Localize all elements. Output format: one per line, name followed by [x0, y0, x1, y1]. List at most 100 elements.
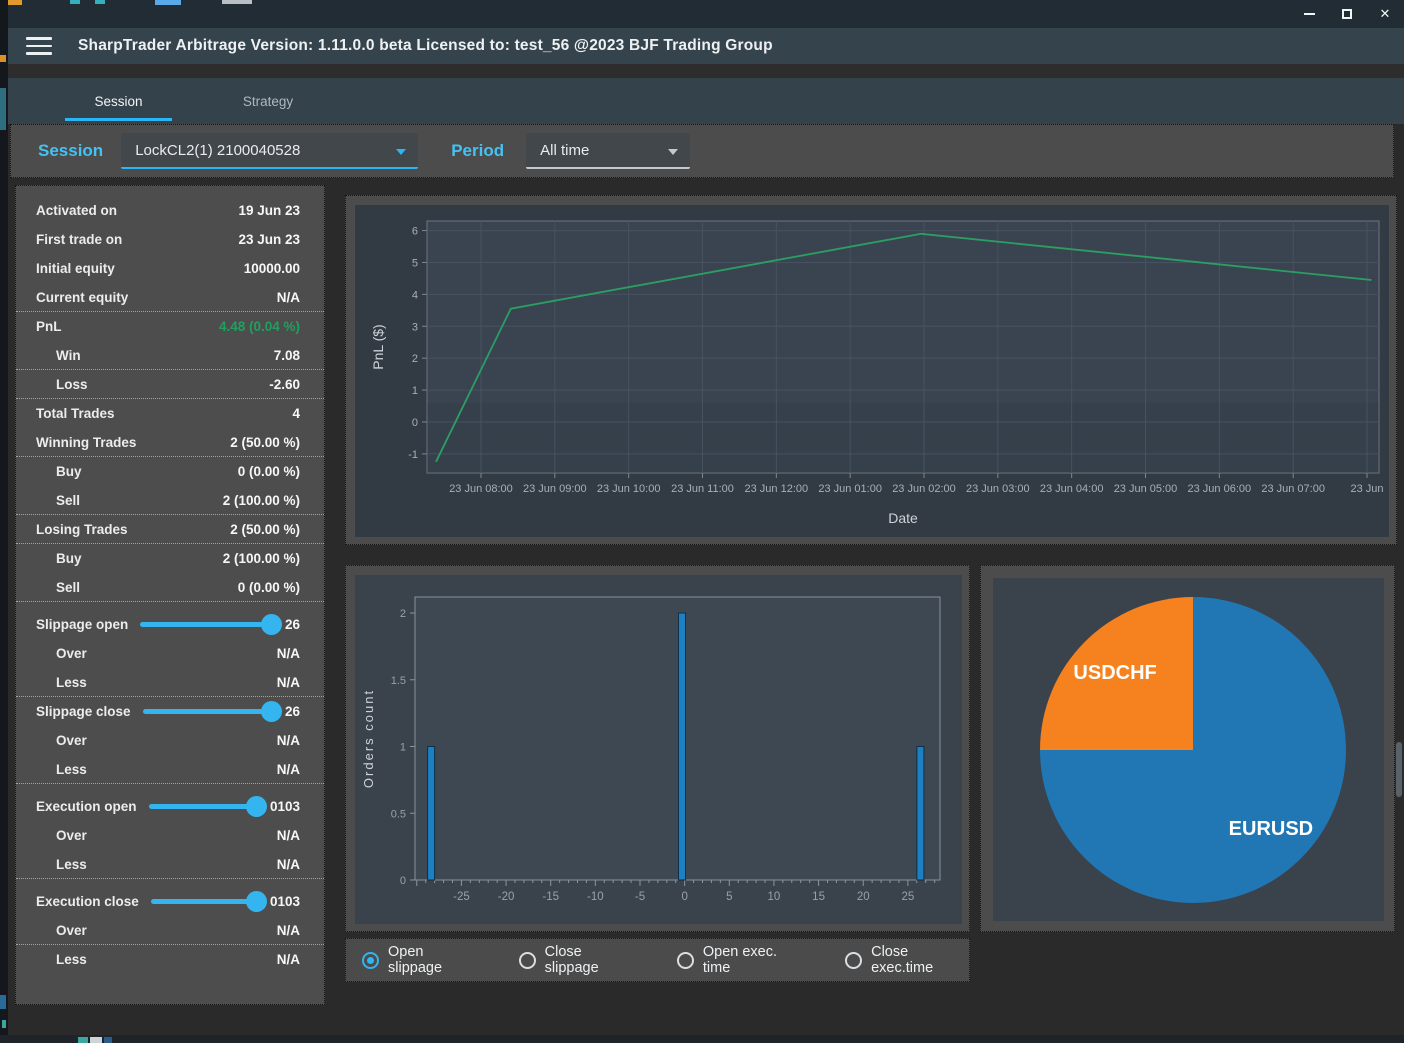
- pnl-line-chart: -1012345623 Jun 08:0023 Jun 09:0023 Jun …: [355, 205, 1389, 537]
- radio-label: Open exec. time: [703, 944, 803, 976]
- stat-value: 0 (0.00 %): [238, 580, 300, 595]
- stat-label: Over: [56, 646, 87, 661]
- background-window-fragment: [155, 0, 181, 5]
- execution-close-slider[interactable]: [151, 899, 256, 904]
- maximize-button[interactable]: [1338, 5, 1356, 23]
- slippage-open-slider-knob[interactable]: [261, 614, 282, 635]
- radio-open-slippage[interactable]: Open slippage: [362, 944, 477, 976]
- stat-value: N/A: [277, 857, 300, 872]
- symbols-pie-chart: USDCHFEURUSD: [993, 578, 1384, 921]
- stat-row-buy: Buy0 (0.00 %): [16, 457, 324, 486]
- svg-text:23 Jun: 23 Jun: [1350, 483, 1383, 495]
- stat-row-less: Less N/A: [16, 850, 324, 879]
- period-dropdown-value: All time: [526, 142, 589, 159]
- slippage-close-slider[interactable]: [143, 709, 271, 714]
- stat-value: 2 (100.00 %): [223, 551, 300, 566]
- svg-text:23 Jun 08:00: 23 Jun 08:00: [449, 483, 513, 495]
- stat-row-slippage-open: Slippage open26: [16, 610, 324, 639]
- close-button[interactable]: ✕: [1376, 5, 1394, 23]
- radio-close-slippage[interactable]: Close slippage: [519, 944, 635, 976]
- stat-value: 7.08: [274, 348, 300, 363]
- orders-chart-panel: 00.511.52-25-20-15-10-50510152025Orders …: [345, 565, 970, 932]
- vertical-scrollbar[interactable]: [1396, 742, 1402, 797]
- session-dropdown[interactable]: LockCL2(1) 2100040528: [121, 133, 418, 169]
- period-dropdown[interactable]: All time: [526, 133, 690, 169]
- radio-close-exec-time[interactable]: Close exec.time: [845, 944, 969, 976]
- menu-button[interactable]: [26, 37, 52, 55]
- close-icon: ✕: [1380, 6, 1391, 22]
- session-label: Session: [38, 141, 103, 161]
- svg-text:2: 2: [412, 353, 418, 365]
- chevron-down-icon: [396, 149, 406, 155]
- stat-label: Slippage close: [36, 704, 131, 719]
- slippage-open-slider[interactable]: [140, 622, 271, 627]
- background-window-fragment: [104, 1037, 112, 1043]
- stat-value: N/A: [277, 952, 300, 967]
- stat-value: N/A: [277, 762, 300, 777]
- tab-session[interactable]: Session: [65, 78, 172, 124]
- minimize-icon: [1304, 13, 1315, 15]
- execution-open-slider[interactable]: [149, 804, 256, 809]
- stat-label: Sell: [56, 580, 80, 595]
- stat-label: Winning Trades: [36, 435, 136, 450]
- slippage-close-slider-knob[interactable]: [261, 701, 282, 722]
- svg-text:25: 25: [901, 891, 914, 903]
- orders-bar-chart: 00.511.52-25-20-15-10-50510152025Orders …: [355, 575, 962, 924]
- radio-label: Close slippage: [545, 944, 635, 976]
- svg-text:-1: -1: [408, 449, 418, 461]
- stat-value: 2 (50.00 %): [230, 522, 300, 537]
- session-dropdown-value: LockCL2(1) 2100040528: [121, 142, 300, 159]
- stat-label: Current equity: [36, 290, 128, 305]
- header-divider: [8, 64, 1404, 78]
- stat-row-pnl: PnL 4.48 (0.04 %): [16, 312, 324, 341]
- stat-label: Activated on: [36, 203, 117, 218]
- background-window-fragment: [2, 1020, 6, 1028]
- stat-row-winning-trades: Winning Trades 2 (50.00 %): [16, 428, 324, 457]
- svg-text:23 Jun 11:00: 23 Jun 11:00: [671, 483, 734, 495]
- stat-value: N/A: [277, 828, 300, 843]
- radio-open-exec-time[interactable]: Open exec. time: [677, 944, 803, 976]
- period-label: Period: [451, 141, 504, 161]
- svg-text:1: 1: [412, 385, 418, 397]
- svg-text:Orders count: Orders count: [361, 689, 376, 788]
- svg-text:0.5: 0.5: [391, 808, 406, 820]
- stat-value: 4.48 (0.04 %): [219, 319, 300, 334]
- stat-value: 2 (50.00 %): [230, 435, 300, 450]
- hamburger-icon: [26, 37, 52, 40]
- background-window-fragment: [8, 0, 22, 5]
- svg-text:-10: -10: [587, 891, 604, 903]
- stat-label: First trade on: [36, 232, 122, 247]
- desktop: ✕ SharpTrader Arbitrage Version: 1.11.0.…: [0, 0, 1404, 1043]
- svg-text:23 Jun 06:00: 23 Jun 06:00: [1188, 483, 1252, 495]
- svg-text:23 Jun 01:00: 23 Jun 01:00: [818, 483, 882, 495]
- background-window-fragment: [222, 0, 252, 4]
- stat-label: Less: [56, 675, 87, 690]
- stat-row-loss: Loss-2.60: [16, 370, 324, 399]
- stat-label: PnL: [36, 319, 62, 334]
- background-window-fragment: [78, 1037, 88, 1043]
- session-stats-panel: Activated on19 Jun 23First trade on23 Ju…: [15, 185, 325, 1005]
- stat-row-activated-on: Activated on19 Jun 23: [16, 196, 324, 225]
- stat-value: 0103: [270, 894, 300, 909]
- radio-label: Open slippage: [388, 944, 477, 976]
- execution-close-slider-knob[interactable]: [246, 891, 267, 912]
- stat-label: Losing Trades: [36, 522, 128, 537]
- stat-row-buy: Buy 2 (100.00 %): [16, 544, 324, 573]
- app-window: ✕ SharpTrader Arbitrage Version: 1.11.0.…: [8, 0, 1404, 1035]
- stat-label: Buy: [56, 551, 82, 566]
- execution-open-slider-knob[interactable]: [246, 796, 267, 817]
- svg-text:-5: -5: [635, 891, 645, 903]
- stat-label: Less: [56, 857, 87, 872]
- stat-row-execution-open: Execution open0103: [16, 792, 324, 821]
- stat-label: Initial equity: [36, 261, 115, 276]
- stat-label: Win: [56, 348, 81, 363]
- svg-text:-15: -15: [542, 891, 559, 903]
- pnl-chart-panel: -1012345623 Jun 08:0023 Jun 09:0023 Jun …: [345, 195, 1397, 545]
- background-window-fragment: [95, 0, 105, 4]
- tab-strategy[interactable]: Strategy: [208, 78, 328, 124]
- stat-label: Buy: [56, 464, 82, 479]
- stat-row-total-trades: Total Trades4: [16, 399, 324, 428]
- svg-text:2: 2: [400, 608, 406, 620]
- stat-label: Less: [56, 762, 87, 777]
- minimize-button[interactable]: [1300, 5, 1318, 23]
